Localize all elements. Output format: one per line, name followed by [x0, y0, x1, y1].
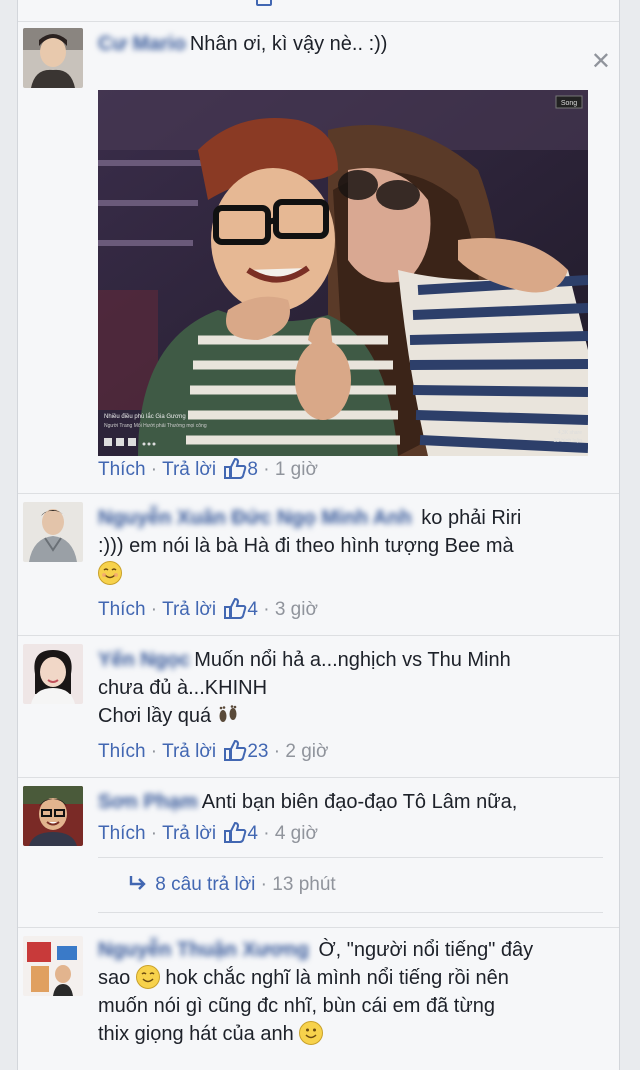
separator-dot: ·	[145, 823, 163, 844]
like-count[interactable]: 4	[247, 599, 258, 620]
commenter-name[interactable]: Cư Mario	[98, 30, 186, 58]
comment-text: thix giọng hát của anh	[98, 1023, 294, 1045]
comment-text: :))) em nói là bà Hà đi theo hình tượng …	[98, 535, 514, 557]
thumbs-up-icon[interactable]	[223, 597, 247, 619]
comment-3: Yến Ngọc Muốn nổi hả a...nghịch vs Thu Mi…	[18, 636, 619, 776]
photo-caption-sub: Người Trang Mối Hướt phải Thường mọi côn…	[104, 423, 207, 429]
like-icon	[256, 0, 272, 6]
photo-badge: Song	[561, 100, 577, 107]
view-replies[interactable]: 8 câu trả lời · 13 phút	[128, 872, 336, 900]
smile-emoji-icon	[98, 561, 122, 585]
comment-time[interactable]: 1 giờ	[275, 459, 318, 480]
divider	[98, 912, 603, 913]
like-count[interactable]: 4	[247, 823, 258, 844]
thumbs-up-icon[interactable]	[223, 457, 247, 479]
comment-text: muốn nói gì cũng đc nhĩ, bùn cái em đã t…	[98, 995, 495, 1017]
top-strip	[18, 0, 619, 22]
commenter-name[interactable]: Yến Ngọc	[98, 646, 190, 674]
comment-time[interactable]: 2 giờ	[285, 741, 328, 762]
comment-photo[interactable]: Song Nhiều điều phù lắc Gia Gương Người …	[98, 90, 588, 456]
reply-link[interactable]: Trả lời	[162, 741, 216, 762]
commenter-name[interactable]: Nguyễn Thuận Xương	[98, 936, 309, 964]
thumbs-up-icon[interactable]	[223, 739, 247, 761]
avatar[interactable]	[23, 502, 83, 562]
comment-text: Ờ, "người nổi tiếng" đây	[318, 939, 534, 961]
separator-dot: ·	[257, 459, 275, 480]
reply-link[interactable]: Trả lời	[162, 459, 216, 480]
commenter-name[interactable]: Nguyễn Xuân Đức Ngọ Minh Anh	[98, 504, 412, 532]
like-count[interactable]: 23	[247, 741, 268, 762]
avatar[interactable]	[23, 936, 83, 996]
avatar[interactable]	[23, 786, 83, 846]
like-link[interactable]: Thích	[98, 459, 146, 480]
like-count[interactable]: 8	[247, 459, 258, 480]
smile-emoji-icon	[135, 965, 160, 989]
separator-dot: ·	[145, 599, 163, 620]
avatar[interactable]	[23, 644, 83, 704]
footprints-emoji-icon	[217, 705, 239, 733]
avatar[interactable]	[23, 28, 83, 88]
comment-text: Chơi lầy quá	[98, 705, 212, 727]
like-link[interactable]: Thích	[98, 741, 146, 762]
comment-text: hok chắc nghĩ là mình nổi tiếng rồi nên	[165, 967, 509, 989]
comment-text: Muốn nổi hả a...nghịch vs Thu Minh	[194, 649, 511, 671]
close-icon[interactable]: ✕	[591, 50, 611, 74]
photo-share-count: 4,3K share	[558, 430, 582, 436]
comment-2: Nguyễn Xuân Đức Ngọ Minh Anh ko phải Rir…	[18, 494, 619, 634]
reply-link[interactable]: Trả lời	[162, 599, 216, 620]
comment-text: Anti bạn biên đạo-đạo Tô Lâm nữa,	[201, 791, 518, 813]
separator-dot: ·	[257, 599, 275, 620]
comment-5: Nguyễn Thuận Xương Ờ, "người nổi tiếng" …	[18, 928, 619, 1070]
separator-dot: ·	[145, 459, 163, 480]
reply-link[interactable]: Trả lời	[162, 823, 216, 844]
replies-time: 13 phút	[272, 874, 336, 895]
comment-text: Nhân ơi, kì vậy nè.. :))	[189, 33, 388, 55]
separator-dot: ·	[257, 823, 275, 844]
replies-count-link[interactable]: 8 câu trả lời	[155, 874, 255, 895]
photo-comment-count: 2D bình luận	[554, 438, 583, 444]
comment-time[interactable]: 3 giờ	[275, 599, 318, 620]
smile-emoji-icon	[299, 1021, 324, 1045]
thumbs-up-icon[interactable]	[223, 821, 247, 843]
separator-dot: ·	[268, 741, 286, 762]
separator-dot: ·	[145, 741, 163, 762]
comments-panel: Cư Mario Nhân ơi, kì vậy nè.. :)) ✕ Song…	[17, 0, 620, 1070]
reply-arrow-icon	[128, 874, 150, 900]
comment-text: chưa đủ à...KHINH	[98, 677, 268, 699]
photo-caption: Nhiều điều phù lắc Gia Gương	[104, 413, 186, 420]
comment-text: sao	[98, 967, 131, 989]
comment-4: Sơn Phạm Anti bạn biên đạo-đạo Tô Lâm nữa…	[18, 778, 619, 924]
comment-1: Cư Mario Nhân ơi, kì vậy nè.. :)) ✕ Song…	[18, 22, 619, 490]
like-link[interactable]: Thích	[98, 599, 146, 620]
like-link[interactable]: Thích	[98, 823, 146, 844]
commenter-name[interactable]: Sơn Phạm	[98, 788, 198, 816]
comment-text: ko phải Riri	[421, 507, 522, 529]
comment-time[interactable]: 4 giờ	[275, 823, 318, 844]
separator-dot: ·	[255, 874, 273, 895]
divider	[98, 857, 603, 858]
